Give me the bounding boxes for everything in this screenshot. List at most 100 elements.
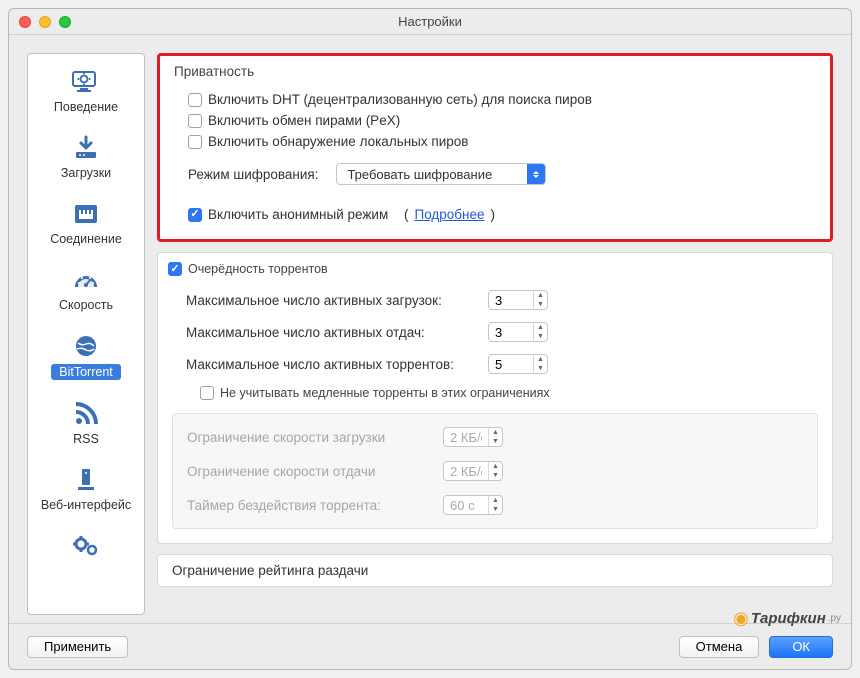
sidebar-item-downloads[interactable]: Загрузки: [28, 128, 144, 194]
lim-up-spinner: ▲▼: [443, 461, 503, 481]
pex-label: Включить обмен пирами (PeX): [208, 113, 400, 128]
idle-label: Таймер бездействия торрента:: [187, 498, 433, 513]
spinner-buttons: ▲▼: [488, 462, 502, 480]
wifi-icon: ◉: [733, 608, 749, 629]
max-up-input[interactable]: [489, 325, 533, 340]
sidebar-item-label: BitTorrent: [51, 364, 121, 380]
sidebar-item-label: Скорость: [59, 298, 113, 312]
idle-input: [444, 498, 488, 513]
privacy-group: Приватность Включить DHT (децентрализова…: [157, 53, 833, 242]
ratio-group: Ограничение рейтинга раздачи: [157, 554, 833, 587]
anon-label: Включить анонимный режим: [208, 207, 388, 222]
queue-title: Очерёдность торрентов: [188, 262, 328, 276]
encryption-row: Режим шифрования: Требовать шифрование: [188, 160, 816, 188]
idle-spinner: ▲▼: [443, 495, 503, 515]
monitor-gear-icon: [70, 68, 102, 96]
sidebar-item-label: Соединение: [50, 232, 122, 246]
encryption-select[interactable]: Требовать шифрование: [336, 163, 546, 185]
queue-title-row: Очерёдность торрентов: [168, 259, 818, 279]
apply-button[interactable]: Применить: [27, 636, 128, 658]
privacy-title: Приватность: [174, 64, 816, 79]
max-dl-spinner[interactable]: ▲▼: [488, 290, 548, 310]
paren-close: ): [491, 207, 496, 222]
watermark-text: Тарифкин: [751, 610, 826, 627]
globe-icon: [70, 332, 102, 360]
spinner-buttons[interactable]: ▲▼: [533, 355, 547, 373]
sidebar-item-speed[interactable]: Скорость: [28, 260, 144, 326]
slow-limits-subgroup: Ограничение скорости загрузки ▲▼ Огранич…: [172, 413, 818, 529]
max-up-spinner[interactable]: ▲▼: [488, 322, 548, 342]
slow-row: Не учитывать медленные торренты в этих о…: [200, 383, 818, 403]
lpd-row: Включить обнаружение локальных пиров: [188, 131, 816, 152]
spinner-buttons: ▲▼: [488, 496, 502, 514]
encryption-label: Режим шифрования:: [188, 167, 318, 182]
watermark: ◉ Тарифкин.ру: [733, 608, 841, 629]
dht-checkbox[interactable]: [188, 93, 202, 107]
content-pane: Приватность Включить DHT (децентрализова…: [157, 53, 833, 615]
cancel-button[interactable]: Отмена: [679, 636, 760, 658]
ok-button[interactable]: ОК: [769, 636, 833, 658]
preferences-window: Настройки Поведение Загрузки Соединение: [8, 8, 852, 670]
max-tr-label: Максимальное число активных торрентов:: [186, 357, 478, 372]
spinner-buttons[interactable]: ▲▼: [533, 323, 547, 341]
lim-dl-row: Ограничение скорости загрузки ▲▼: [187, 424, 803, 450]
ethernet-icon: [70, 200, 102, 228]
pex-checkbox[interactable]: [188, 114, 202, 128]
window-body: Поведение Загрузки Соединение Скорость: [9, 35, 851, 623]
queue-checkbox[interactable]: [168, 262, 182, 276]
spinner-buttons: ▲▼: [488, 428, 502, 446]
slow-checkbox[interactable]: [200, 386, 214, 400]
max-tr-spinner[interactable]: ▲▼: [488, 354, 548, 374]
rss-icon: [70, 400, 102, 428]
encryption-value: Требовать шифрование: [337, 167, 527, 182]
lim-dl-input: [444, 430, 488, 445]
pex-row: Включить обмен пирами (PeX): [188, 110, 816, 131]
close-window-button[interactable]: [19, 16, 31, 28]
gears-icon: [70, 532, 102, 560]
footer: Применить Отмена ОК: [9, 623, 851, 669]
zoom-window-button[interactable]: [59, 16, 71, 28]
sidebar-item-label: Загрузки: [61, 166, 111, 180]
slow-label: Не учитывать медленные торренты в этих о…: [220, 386, 550, 400]
lim-up-label: Ограничение скорости отдачи: [187, 464, 433, 479]
sidebar: Поведение Загрузки Соединение Скорость: [27, 53, 145, 615]
sidebar-item-bittorrent[interactable]: BitTorrent: [28, 326, 144, 394]
sidebar-item-advanced[interactable]: [28, 526, 144, 578]
queue-group: Очерёдность торрентов Максимальное число…: [157, 252, 833, 544]
lpd-checkbox[interactable]: [188, 135, 202, 149]
window-title: Настройки: [19, 14, 841, 29]
lim-up-row: Ограничение скорости отдачи ▲▼: [187, 458, 803, 484]
lim-dl-spinner: ▲▼: [443, 427, 503, 447]
sidebar-item-behavior[interactable]: Поведение: [28, 62, 144, 128]
server-icon: [70, 466, 102, 494]
dht-label: Включить DHT (децентрализованную сеть) д…: [208, 92, 592, 107]
anon-more-link[interactable]: Подробнее: [415, 207, 485, 222]
minimize-window-button[interactable]: [39, 16, 51, 28]
lim-up-input: [444, 464, 488, 479]
gauge-icon: [70, 266, 102, 294]
sidebar-item-label: Поведение: [54, 100, 118, 114]
sidebar-item-label: RSS: [73, 432, 99, 446]
sidebar-item-connection[interactable]: Соединение: [28, 194, 144, 260]
max-tr-input[interactable]: [489, 357, 533, 372]
max-tr-row: Максимальное число активных торрентов: ▲…: [186, 351, 818, 377]
max-up-row: Максимальное число активных отдач: ▲▼: [186, 319, 818, 345]
chevron-updown-icon: [527, 164, 545, 184]
lpd-label: Включить обнаружение локальных пиров: [208, 134, 468, 149]
sidebar-item-rss[interactable]: RSS: [28, 394, 144, 460]
max-dl-input[interactable]: [489, 293, 533, 308]
spinner-buttons[interactable]: ▲▼: [533, 291, 547, 309]
paren-open: (: [404, 207, 409, 222]
anon-checkbox[interactable]: [188, 208, 202, 222]
lim-dl-label: Ограничение скорости загрузки: [187, 430, 433, 445]
idle-row: Таймер бездействия торрента: ▲▼: [187, 492, 803, 518]
ratio-title: Ограничение рейтинга раздачи: [172, 563, 368, 578]
download-icon: [70, 134, 102, 162]
max-dl-row: Максимальное число активных загрузок: ▲▼: [186, 287, 818, 313]
sidebar-item-webui[interactable]: Веб-интерфейс: [28, 460, 144, 526]
dht-row: Включить DHT (децентрализованную сеть) д…: [188, 89, 816, 110]
max-up-label: Максимальное число активных отдач:: [186, 325, 478, 340]
max-dl-label: Максимальное число активных загрузок:: [186, 293, 478, 308]
titlebar: Настройки: [9, 9, 851, 35]
sidebar-item-label: Веб-интерфейс: [41, 498, 131, 512]
